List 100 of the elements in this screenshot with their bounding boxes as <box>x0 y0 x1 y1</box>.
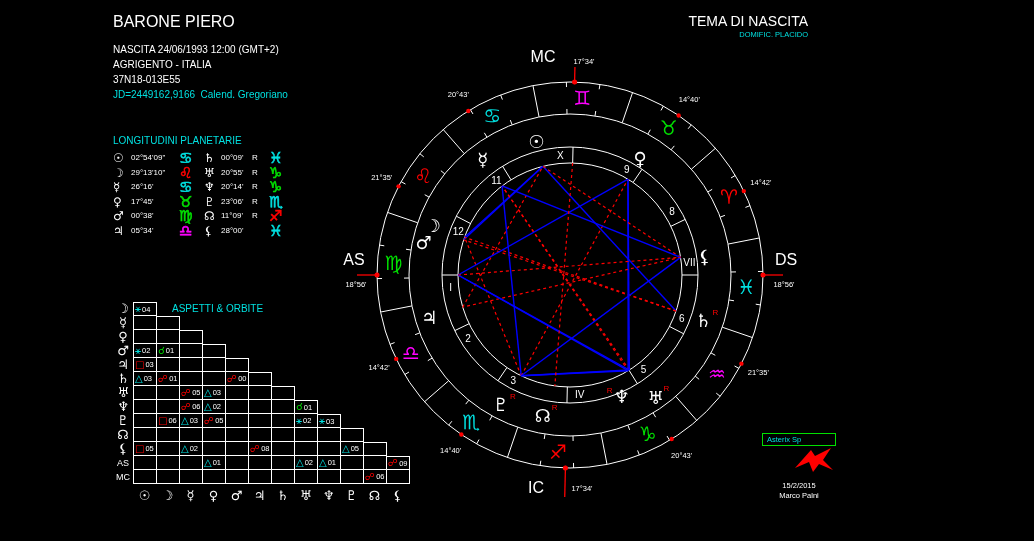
row-label: ♄ <box>116 372 130 386</box>
grid-cell <box>157 470 180 484</box>
planet-position: 23°06' <box>221 196 244 207</box>
aspect-symbol: △ <box>342 442 350 455</box>
planet-glyph: ♆ <box>204 180 215 195</box>
house-number: 2 <box>465 332 471 344</box>
aspect-symbol: ☍ <box>158 372 169 385</box>
retrograde-mark: R <box>510 392 516 402</box>
aspect-symbol: ⚹ <box>319 415 325 427</box>
house-number: I <box>449 282 453 294</box>
zodiac-glyph: ♐ <box>548 439 567 464</box>
zodiac-glyph: ♋ <box>483 104 502 128</box>
zodiac-glyph: ♏ <box>269 194 283 209</box>
angle-line <box>356 272 380 278</box>
aspect-symbol: □ <box>135 358 145 371</box>
planet-position: 20°14' <box>221 182 244 193</box>
house-number: 8 <box>669 206 675 218</box>
row-label: ☽ <box>116 302 130 316</box>
row-label: MC <box>115 471 131 484</box>
retrograde-mark: R <box>663 383 670 393</box>
grid-cell <box>249 386 272 400</box>
planet-glyph: ♃ <box>113 223 124 238</box>
grid-cell <box>180 470 203 484</box>
house-number: VII <box>683 256 696 268</box>
zodiac-glyph: ♒ <box>707 361 726 386</box>
grid-cell <box>249 400 272 414</box>
planet-glyph: ☿ <box>113 180 121 195</box>
angle-label: MC <box>530 47 556 65</box>
zodiac-glyph: ♌ <box>414 164 433 189</box>
birth-detail: AGRIGENTO - ITALIA <box>113 58 213 72</box>
retrograde-mark: R <box>252 182 258 193</box>
planet-glyph: ♀ <box>113 194 122 209</box>
row-label: ♀ <box>117 330 129 344</box>
house-number: 3 <box>510 375 516 387</box>
aspect-symbol: △ <box>204 386 212 399</box>
birth-detail: 37N18-013E55 <box>113 73 182 87</box>
row-label: ♃ <box>116 358 130 372</box>
section-title: LONGITUDINI PLANETARIE <box>113 134 243 148</box>
aspect-symbol: △ <box>319 456 327 469</box>
zodiac-glyph: ♓ <box>269 223 283 238</box>
planet-position: 29°13'10" <box>131 167 166 178</box>
zodiac-glyph: ♑ <box>269 165 283 180</box>
aspect-symbol: ☍ <box>181 386 192 399</box>
grid-cell <box>272 428 295 442</box>
angle-line <box>572 66 578 85</box>
grid-cell <box>226 470 249 484</box>
column-glyph: ♇ <box>344 488 359 504</box>
aspect-symbol: ☌ <box>296 401 303 413</box>
zodiac-glyph: ♑ <box>269 180 283 195</box>
row-label: AS <box>116 457 130 470</box>
aspect-symbol: △ <box>204 456 212 469</box>
planet-glyph: ♂ <box>113 209 124 224</box>
grid-cell <box>157 456 180 470</box>
grid-cell <box>249 470 272 484</box>
retrograde-mark: R <box>252 211 258 222</box>
aspect-symbol: ☍ <box>365 470 376 483</box>
grid-cell <box>203 358 226 372</box>
zodiac-glyph: ♋ <box>179 151 193 166</box>
column-glyph: ♄ <box>275 488 290 504</box>
zodiac-glyph: ♓ <box>737 275 756 300</box>
column-glyph: ♃ <box>252 488 267 504</box>
planet-position: 20°55' <box>221 167 244 178</box>
chart-title: TEMA DI NASCITA <box>687 13 808 30</box>
planet-glyph: ♇ <box>492 394 510 416</box>
angle-label: DS <box>774 250 798 268</box>
angle-line <box>562 465 568 498</box>
retrograde-mark: R <box>551 402 558 412</box>
aspect-symbol: △ <box>296 456 304 469</box>
grid-cell <box>133 400 157 414</box>
aspect-symbol: □ <box>135 442 145 455</box>
planet-position: 17°45' <box>131 196 154 207</box>
grid-cell <box>180 358 203 372</box>
planet-glyph: ♃ <box>421 307 438 329</box>
planet-glyph: ♅ <box>204 165 215 180</box>
grid-cell <box>226 428 249 442</box>
aspect-symbol: □ <box>158 414 168 427</box>
aspect-symbol: ⚹ <box>135 303 141 315</box>
zodiac-glyph: ♈ <box>720 185 738 210</box>
zodiac-glyph: ♋ <box>179 180 193 195</box>
planet-glyph: ♄ <box>695 310 712 332</box>
house-number: 11 <box>491 174 502 186</box>
aspect-symbol: ☍ <box>250 442 261 455</box>
retrograde-mark: R <box>252 167 258 178</box>
retrograde-mark: R <box>712 308 719 318</box>
column-glyph: ♅ <box>298 488 313 504</box>
planet-position: 05°34' <box>131 225 154 236</box>
person-name: BARONE PIERO <box>113 12 236 32</box>
row-label: ☊ <box>116 428 130 442</box>
zodiac-glyph: ♐ <box>269 209 283 224</box>
retrograde-mark: R <box>252 196 258 207</box>
angle-label: AS <box>343 250 365 268</box>
row-label: ☿ <box>118 316 128 330</box>
house-number: X <box>556 149 564 161</box>
house-number: 12 <box>452 225 464 237</box>
aspect-symbol: △ <box>181 414 189 427</box>
house-number: 5 <box>640 364 647 376</box>
zodiac-glyph: ♍ <box>179 209 193 224</box>
column-glyph: ♀ <box>207 488 220 504</box>
planet-glyph: ☉ <box>113 151 124 166</box>
zodiac-glyph: ♊ <box>573 86 592 111</box>
